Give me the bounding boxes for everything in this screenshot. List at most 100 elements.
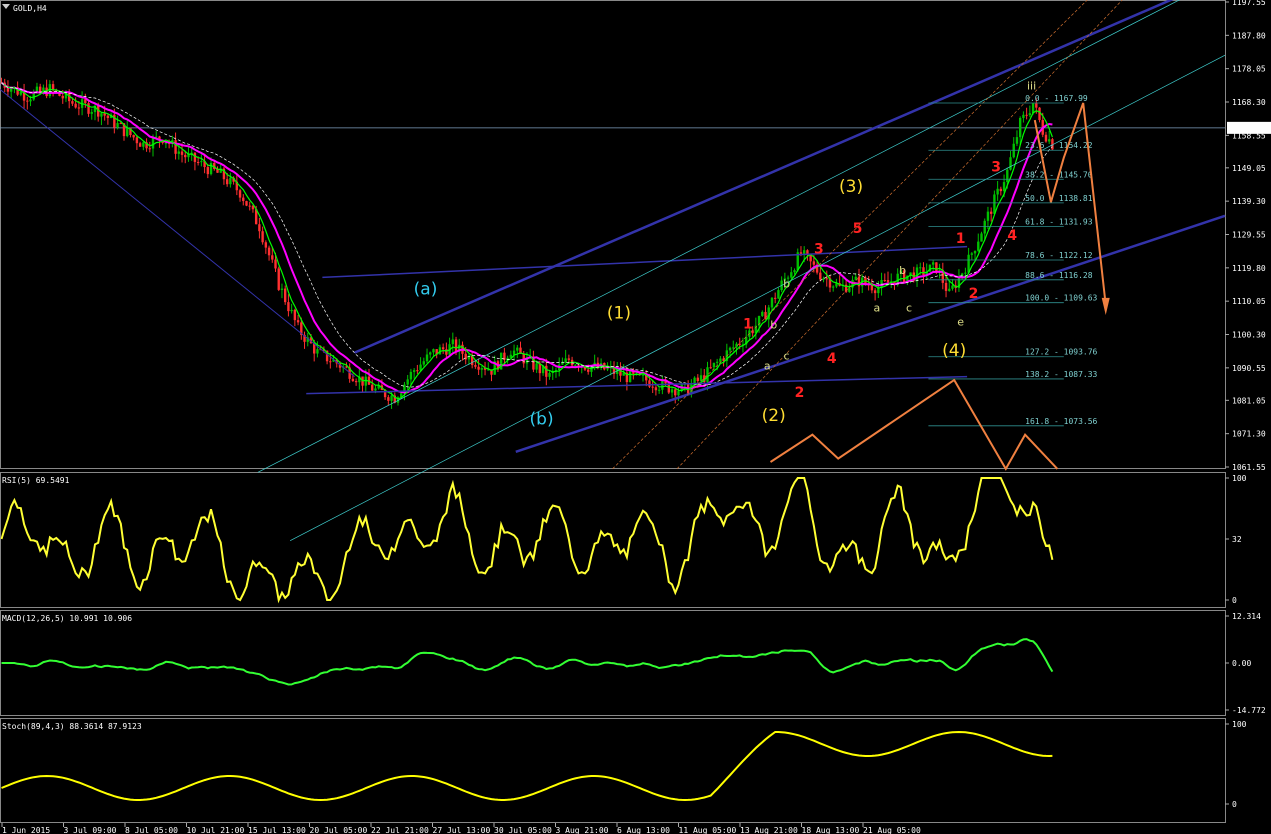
price-tick-label: 1168.30 xyxy=(1232,98,1266,107)
candle-body xyxy=(696,377,700,381)
candle-body xyxy=(425,354,429,362)
candle-body xyxy=(296,320,300,323)
candle-body xyxy=(100,113,103,117)
price-tick-label: 1197.55 xyxy=(1232,0,1266,7)
candle-body xyxy=(799,252,803,254)
candle-body xyxy=(329,361,332,363)
candle-body xyxy=(432,349,435,353)
candle-body xyxy=(545,365,548,377)
candle-body xyxy=(948,288,951,291)
candle-body xyxy=(512,350,516,355)
price-tick-label: 1061.55 xyxy=(1232,463,1266,472)
price-tick-label: 1129.55 xyxy=(1232,231,1266,240)
wave-label: 4 xyxy=(827,351,837,367)
indicator-tick-label: 0 xyxy=(1232,800,1237,809)
wave-label: c xyxy=(906,302,912,315)
candle-body xyxy=(761,311,764,316)
time-tick-label: 1 Jun 2015 xyxy=(2,826,50,834)
candle-body xyxy=(9,88,13,92)
candle-body xyxy=(567,358,571,360)
candle-body xyxy=(387,397,390,401)
candle-body xyxy=(561,362,564,365)
wave-label: 2 xyxy=(969,286,979,302)
price-tick-label: 1139.30 xyxy=(1232,197,1266,206)
candle-body xyxy=(77,107,81,109)
wave-label: 5 xyxy=(853,221,863,237)
price-tick-label: 1187.80 xyxy=(1232,31,1266,40)
candle-body xyxy=(138,143,142,147)
wave-label: iii xyxy=(1027,79,1036,92)
candle-body xyxy=(606,367,609,370)
price-axis[interactable]: 1197.551187.801178.051168.301158.551149.… xyxy=(1225,0,1271,472)
macd-title: MACD(12,26,5) 10.991 10.906 xyxy=(2,614,132,623)
chart-title: GOLD,H4 xyxy=(13,4,47,13)
candle-body xyxy=(287,302,290,312)
fib-label: 61.8 - 1131.93 xyxy=(1025,217,1093,226)
candle-body xyxy=(770,297,774,308)
fib-label: 0.0 - 1167.99 xyxy=(1025,94,1088,103)
candle-body xyxy=(277,268,280,290)
candle-body xyxy=(715,361,719,363)
candle-body xyxy=(951,285,954,289)
candle-body xyxy=(641,374,645,376)
wave-label: 3 xyxy=(991,159,1001,175)
candle-body xyxy=(238,190,242,198)
indicator-tick-label: 32 xyxy=(1232,535,1242,544)
wave-label: e xyxy=(957,315,964,328)
candle-body xyxy=(477,366,480,370)
time-tick-label: 27 Jul 13:00 xyxy=(433,826,491,834)
candle-body xyxy=(51,84,55,90)
chart-canvas: 1197.551187.801178.051168.301158.551149.… xyxy=(0,0,1271,834)
candle-body xyxy=(970,253,974,255)
fib-label: 88.6 - 1116.28 xyxy=(1025,271,1093,280)
candle-body xyxy=(74,103,77,108)
candle-body xyxy=(654,387,658,391)
candle-body xyxy=(451,339,455,345)
candle-body xyxy=(290,309,293,312)
candle-body xyxy=(142,142,145,147)
candle-body xyxy=(628,370,632,383)
time-tick-label: 11 Aug 05:00 xyxy=(679,826,737,834)
candle-body xyxy=(206,167,210,175)
candle-body xyxy=(283,288,287,303)
candle-body xyxy=(1025,114,1028,116)
candle-body xyxy=(873,290,877,294)
candle-body xyxy=(71,101,74,104)
candle-body xyxy=(931,262,935,265)
candle-body xyxy=(548,373,551,377)
fib-label: 78.6 - 1122.12 xyxy=(1025,251,1093,260)
candle-body xyxy=(354,381,358,383)
stoch-title: Stoch(89,4,3) 88.3614 87.9123 xyxy=(2,722,142,731)
candle-body xyxy=(922,267,925,276)
candle-body xyxy=(709,367,712,369)
wave-label: 1 xyxy=(743,317,753,333)
time-tick-label: 22 Jul 21:00 xyxy=(371,826,429,834)
candle-body xyxy=(677,391,680,396)
candle-body xyxy=(200,161,203,163)
candle-body xyxy=(148,148,151,150)
fib-label: 127.2 - 1093.76 xyxy=(1025,348,1097,357)
candle-body xyxy=(1018,117,1022,138)
wave-label: (4) xyxy=(942,341,966,361)
candle-body xyxy=(258,224,261,232)
candle-body xyxy=(1022,114,1025,118)
candle-body xyxy=(409,371,413,380)
candle-body xyxy=(980,233,983,242)
indicator-tick-label: 0.00 xyxy=(1232,659,1251,668)
candle-body xyxy=(61,95,64,99)
candle-body xyxy=(648,380,651,387)
candle-body xyxy=(264,242,268,248)
indicator-tick-label: -14.772 xyxy=(1232,706,1266,715)
price-tick-label: 1090.55 xyxy=(1232,364,1266,373)
candle-body xyxy=(454,339,458,352)
candle-body xyxy=(209,162,213,175)
candle-body xyxy=(706,367,709,383)
time-tick-label: 15 Jul 13:00 xyxy=(248,826,306,834)
candle-body xyxy=(419,364,422,371)
candle-body xyxy=(116,123,119,128)
candle-body xyxy=(812,261,816,265)
candle-body xyxy=(293,309,297,321)
wave-label: (2) xyxy=(762,406,786,426)
candle-body xyxy=(274,259,277,269)
price-tick-label: 1178.05 xyxy=(1232,65,1266,74)
